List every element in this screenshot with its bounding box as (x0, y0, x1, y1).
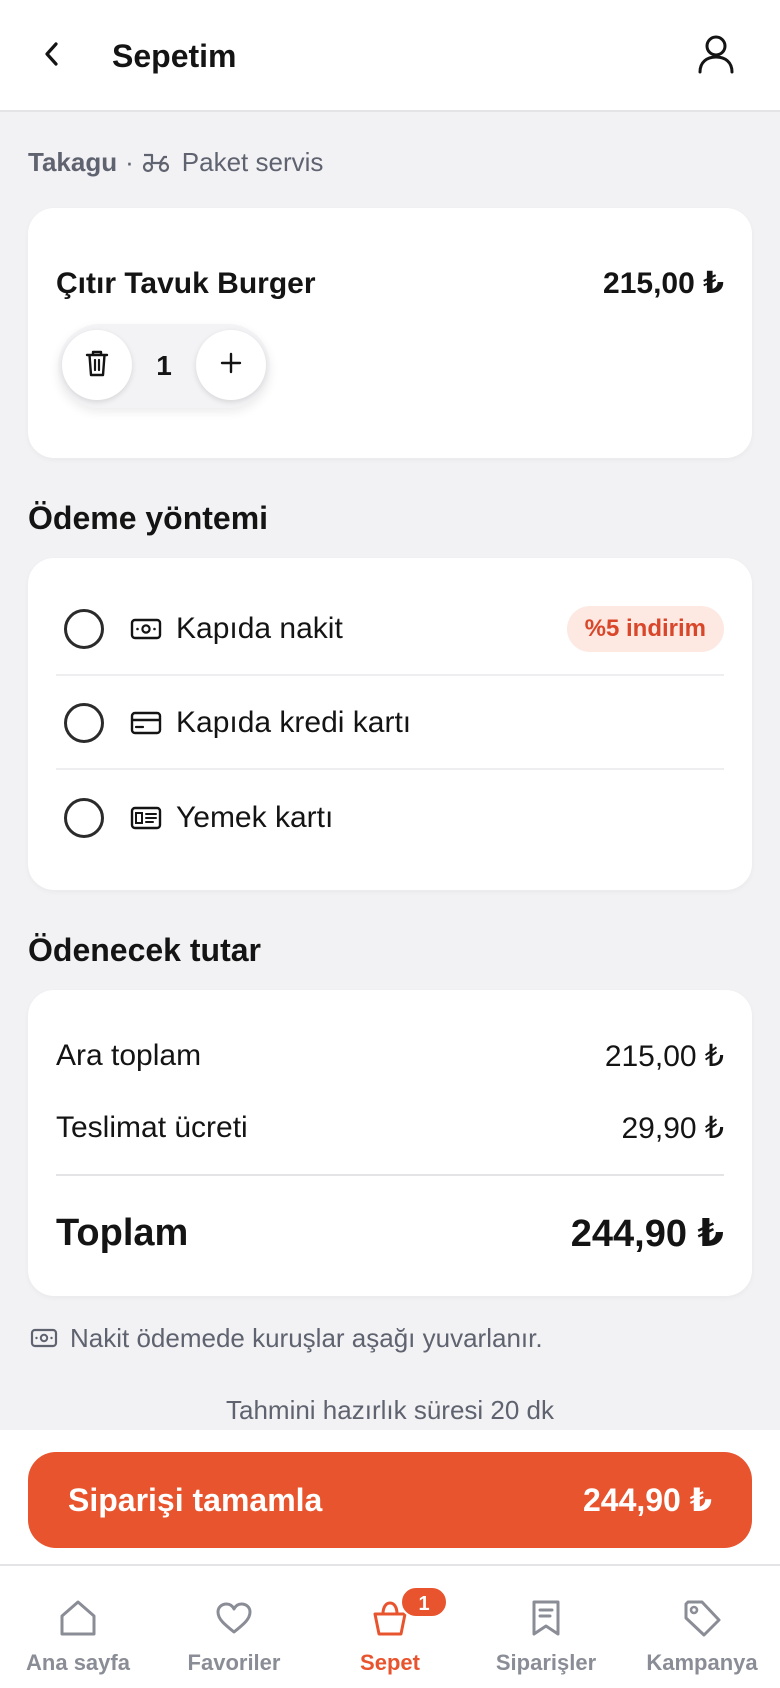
cash-icon (130, 618, 164, 640)
nav-label: Kampanya (646, 1650, 758, 1675)
order-summary-card: Ara toplam 215,00 ₺ Teslimat ücreti 29,9… (28, 990, 752, 1296)
home-icon (56, 1596, 100, 1640)
nav-item-orders[interactable]: Siparişler (468, 1566, 624, 1688)
top-app-bar: Sepetim (0, 0, 780, 112)
cash-rounding-note: Nakit ödemede kuruşlar aşağı yuvarlanır. (30, 1320, 543, 1356)
scooter-icon (142, 151, 170, 173)
credit-card-icon (130, 711, 164, 735)
subtotal-row: Ara toplam 215,00 ₺ (56, 1036, 724, 1076)
delivery-fee-row: Teslimat ücreti 29,90 ₺ (56, 1108, 724, 1148)
discount-badge: %5 indirim (566, 606, 724, 652)
user-icon (697, 34, 735, 79)
plus-icon (219, 351, 243, 380)
nav-label: Siparişler (495, 1650, 597, 1675)
separator: · (125, 146, 134, 177)
trash-icon (84, 348, 110, 383)
item-price: 215,00 ₺ (603, 267, 724, 300)
quantity-value: 1 (156, 350, 172, 381)
payment-option-label: Kapıda kredi kartı (176, 706, 412, 739)
cart-item-card: Çıtır Tavuk Burger 215,00 ₺ 1 (28, 208, 752, 458)
remove-item-button[interactable] (62, 330, 132, 400)
increase-quantity-button[interactable] (196, 330, 266, 400)
payment-option-label: Kapıda nakit (176, 612, 343, 645)
page-title: Sepetim (112, 38, 237, 74)
quantity-stepper: 1 (58, 324, 270, 408)
payment-option-cash[interactable]: Kapıda nakit %5 indirim (56, 584, 724, 676)
payment-option-label: Yemek kartı (176, 801, 334, 834)
nav-item-cart[interactable]: 1 Sepet (312, 1566, 468, 1688)
delivery-fee-label: Teslimat ücreti (56, 1111, 248, 1144)
total-label: Toplam (56, 1211, 189, 1254)
profile-button[interactable] (694, 34, 738, 78)
order-button-area: Siparişi tamamla 244,90 ₺ (0, 1430, 780, 1564)
payment-section-title: Ödeme yöntemi (28, 500, 269, 536)
delivery-fee-value: 29,90 ₺ (621, 1111, 725, 1145)
restaurant-name: Takagu (28, 146, 118, 177)
order-button-label: Siparişi tamamla (68, 1481, 323, 1518)
subtotal-value: 215,00 ₺ (604, 1039, 724, 1073)
order-button-amount: 244,90 ₺ (582, 1482, 712, 1518)
cart-count-badge: 1 (400, 1586, 448, 1618)
back-button[interactable] (36, 36, 68, 76)
heart-icon (212, 1596, 256, 1640)
subtotal-label: Ara toplam (56, 1039, 202, 1072)
radio-button[interactable] (64, 703, 104, 743)
receipt-icon (524, 1596, 568, 1640)
radio-button[interactable] (64, 798, 104, 838)
nav-item-home[interactable]: Ana sayfa (0, 1566, 156, 1688)
radio-button[interactable] (64, 609, 104, 649)
tag-icon (680, 1596, 724, 1640)
nav-item-campaign[interactable]: Kampanya (624, 1566, 780, 1688)
payment-methods-card: Kapıda nakit %5 indirim Kapıda kredi kar… (28, 558, 752, 890)
complete-order-button[interactable]: Siparişi tamamla 244,90 ₺ (28, 1452, 752, 1548)
total-row: Toplam 244,90 ₺ (56, 1208, 724, 1258)
payment-option-credit-card[interactable]: Kapıda kredi kartı (56, 678, 724, 770)
nav-label: Ana sayfa (26, 1650, 130, 1675)
payment-option-meal-card[interactable]: Yemek kartı (56, 772, 724, 864)
nav-label: Favoriler (187, 1650, 281, 1675)
meal-card-icon (130, 806, 164, 830)
summary-section-title: Ödenecek tutar (28, 932, 261, 968)
nav-label: Sepet (360, 1650, 420, 1675)
note-text: Nakit ödemede kuruşlar aşağı yuvarlanır. (70, 1322, 543, 1353)
delivery-type: Paket servis (181, 146, 324, 177)
item-name: Çıtır Tavuk Burger (56, 267, 316, 300)
total-value: 244,90 ₺ (570, 1212, 724, 1255)
prep-time-text: Tahmini hazırlık süresi 20 dk (225, 1395, 555, 1425)
chevron-left-icon (42, 40, 62, 73)
restaurant-info: Takagu · Paket servis (28, 144, 323, 180)
divider (56, 1174, 724, 1176)
nav-item-favorites[interactable]: Favoriler (156, 1566, 312, 1688)
bottom-navigation: Ana sayfa Favoriler 1 Sepet Siparişler K… (0, 1564, 780, 1688)
cash-icon (30, 1328, 58, 1348)
